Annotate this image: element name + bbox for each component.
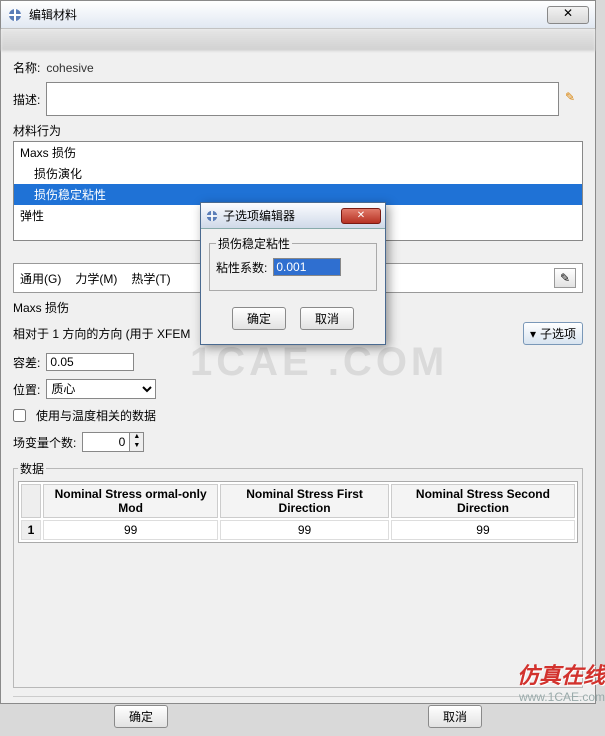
window-title: 编辑材料 [29, 6, 77, 23]
tab-thermal[interactable]: 热学(T) [131, 270, 170, 287]
child-group: 损伤稳定粘性 粘性系数: [209, 235, 377, 291]
col-second-dir: Nominal Stress Second Direction [391, 484, 575, 518]
edit-description-icon[interactable]: ✎ [565, 90, 583, 108]
suboption-editor-dialog: 子选项编辑器 ✕ 损伤稳定粘性 粘性系数: 确定 取消 [200, 202, 386, 345]
col-normal-only: Nominal Stress ormal-only Mod [43, 484, 218, 518]
name-value: cohesive [46, 61, 93, 75]
cancel-button[interactable]: 取消 [428, 705, 482, 728]
name-label: 名称: [13, 59, 40, 76]
spinner-up-icon[interactable]: ▲ [129, 433, 143, 442]
url-watermark: www.1CAE.com [517, 690, 605, 704]
titlebar[interactable]: 编辑材料 ✕ [1, 1, 595, 29]
tab-mechanics[interactable]: 力学(M) [75, 270, 117, 287]
tolerance-label: 容差: [13, 354, 40, 371]
dialog-body: 名称: cohesive 描述: ✎ 材料行为 Maxs 损伤 损伤演化 损伤稳… [1, 51, 595, 736]
tree-item-maxs[interactable]: Maxs 损伤 [14, 142, 582, 163]
corner-watermark: 仿真在线 www.1CAE.com [517, 658, 605, 704]
position-select[interactable]: 质心 [46, 379, 156, 399]
temp-data-checkbox[interactable] [13, 409, 26, 422]
child-group-label: 损伤稳定粘性 [216, 235, 292, 252]
chevron-down-icon: ▾ [530, 327, 536, 341]
fieldvar-label: 场变量个数: [13, 434, 76, 451]
cell-second[interactable]: 99 [391, 520, 575, 540]
child-close-button[interactable]: ✕ [341, 208, 381, 224]
description-label: 描述: [13, 91, 40, 108]
child-title: 子选项编辑器 [223, 207, 295, 224]
dialog-footer: 确定 取消 [13, 696, 583, 728]
description-input[interactable] [46, 82, 559, 116]
suboptions-label: 子选项 [540, 325, 576, 342]
cell-first[interactable]: 99 [220, 520, 389, 540]
row-index: 1 [21, 520, 41, 540]
data-group: 数据 Nominal Stress ormal-only Mod Nominal… [13, 460, 583, 688]
app-icon [205, 209, 219, 223]
data-table[interactable]: Nominal Stress ormal-only Mod Nominal St… [18, 481, 578, 543]
edit-material-window: 编辑材料 ✕ 名称: cohesive 描述: ✎ 材料行为 Maxs 损伤 损… [0, 0, 596, 704]
table-row[interactable]: 1 99 99 99 [21, 520, 575, 540]
brand-watermark: 仿真在线 [517, 658, 605, 690]
app-icon [7, 7, 23, 23]
viscosity-coef-label: 粘性系数: [216, 259, 267, 276]
viscosity-coef-input[interactable] [273, 258, 341, 276]
data-group-label: 数据 [18, 460, 46, 477]
suboptions-button[interactable]: ▾ 子选项 [523, 322, 583, 345]
behavior-group-label: 材料行为 [13, 122, 583, 139]
menu-bar-blurred [1, 29, 595, 51]
spinner-down-icon[interactable]: ▼ [129, 442, 143, 451]
fieldvar-input[interactable] [83, 433, 129, 451]
ok-button[interactable]: 确定 [114, 705, 168, 728]
child-ok-button[interactable]: 确定 [232, 307, 286, 330]
child-titlebar[interactable]: 子选项编辑器 ✕ [201, 203, 385, 229]
position-label: 位置: [13, 381, 40, 398]
fieldvar-spinner[interactable]: ▲▼ [82, 432, 144, 452]
relative-direction-label: 相对于 1 方向的方向 (用于 XFEM [13, 325, 190, 342]
table-header-row: Nominal Stress ormal-only Mod Nominal St… [21, 484, 575, 518]
edit-tab-button[interactable]: ✎ [554, 268, 576, 288]
tab-general[interactable]: 通用(G) [20, 270, 61, 287]
child-cancel-button[interactable]: 取消 [300, 307, 354, 330]
tolerance-input[interactable] [46, 353, 134, 371]
tree-item-evolution[interactable]: 损伤演化 [14, 163, 582, 184]
col-first-dir: Nominal Stress First Direction [220, 484, 389, 518]
temp-data-label: 使用与温度相关的数据 [36, 407, 156, 424]
close-button[interactable]: ✕ [547, 6, 589, 24]
cell-normal[interactable]: 99 [43, 520, 218, 540]
